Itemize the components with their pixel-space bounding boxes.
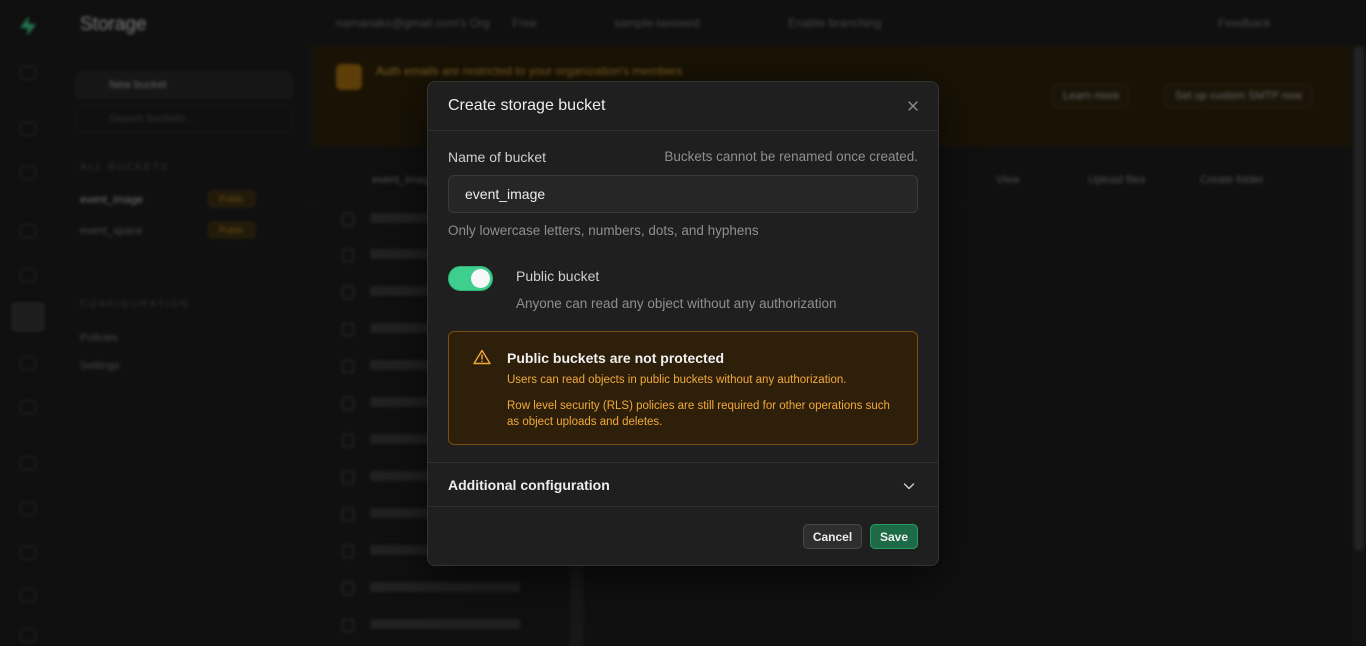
close-icon[interactable] bbox=[906, 99, 920, 113]
warning-line-2: Row level security (RLS) policies are st… bbox=[507, 400, 890, 428]
modal-title: Create storage bucket bbox=[448, 97, 606, 114]
chevron-down-icon bbox=[903, 483, 915, 490]
warning-triangle-icon bbox=[473, 349, 491, 365]
additional-configuration-accordion[interactable]: Additional configuration bbox=[428, 462, 938, 507]
bucket-name-hint: Only lowercase letters, numbers, dots, a… bbox=[448, 223, 759, 238]
warning-title: Public buckets are not protected bbox=[507, 350, 725, 366]
create-bucket-modal: Create storage bucket Name of bucket Buc… bbox=[427, 81, 939, 566]
toggle-knob bbox=[471, 269, 490, 288]
public-warning-alert: Public buckets are not protected Users c… bbox=[448, 331, 918, 445]
warning-line-1: Users can read objects in public buckets… bbox=[507, 374, 847, 386]
rename-note: Buckets cannot be renamed once created. bbox=[664, 149, 918, 164]
modal-header: Create storage bucket bbox=[428, 82, 938, 131]
save-button[interactable]: Save bbox=[870, 524, 918, 549]
cancel-button[interactable]: Cancel bbox=[803, 524, 862, 549]
public-bucket-description: Anyone can read any object without any a… bbox=[516, 296, 837, 311]
public-bucket-toggle[interactable] bbox=[448, 266, 493, 291]
bucket-name-input[interactable] bbox=[448, 175, 918, 213]
bucket-name-label: Name of bucket bbox=[448, 149, 547, 165]
additional-configuration-label: Additional configuration bbox=[448, 477, 610, 493]
public-bucket-label: Public bucket bbox=[516, 268, 600, 284]
